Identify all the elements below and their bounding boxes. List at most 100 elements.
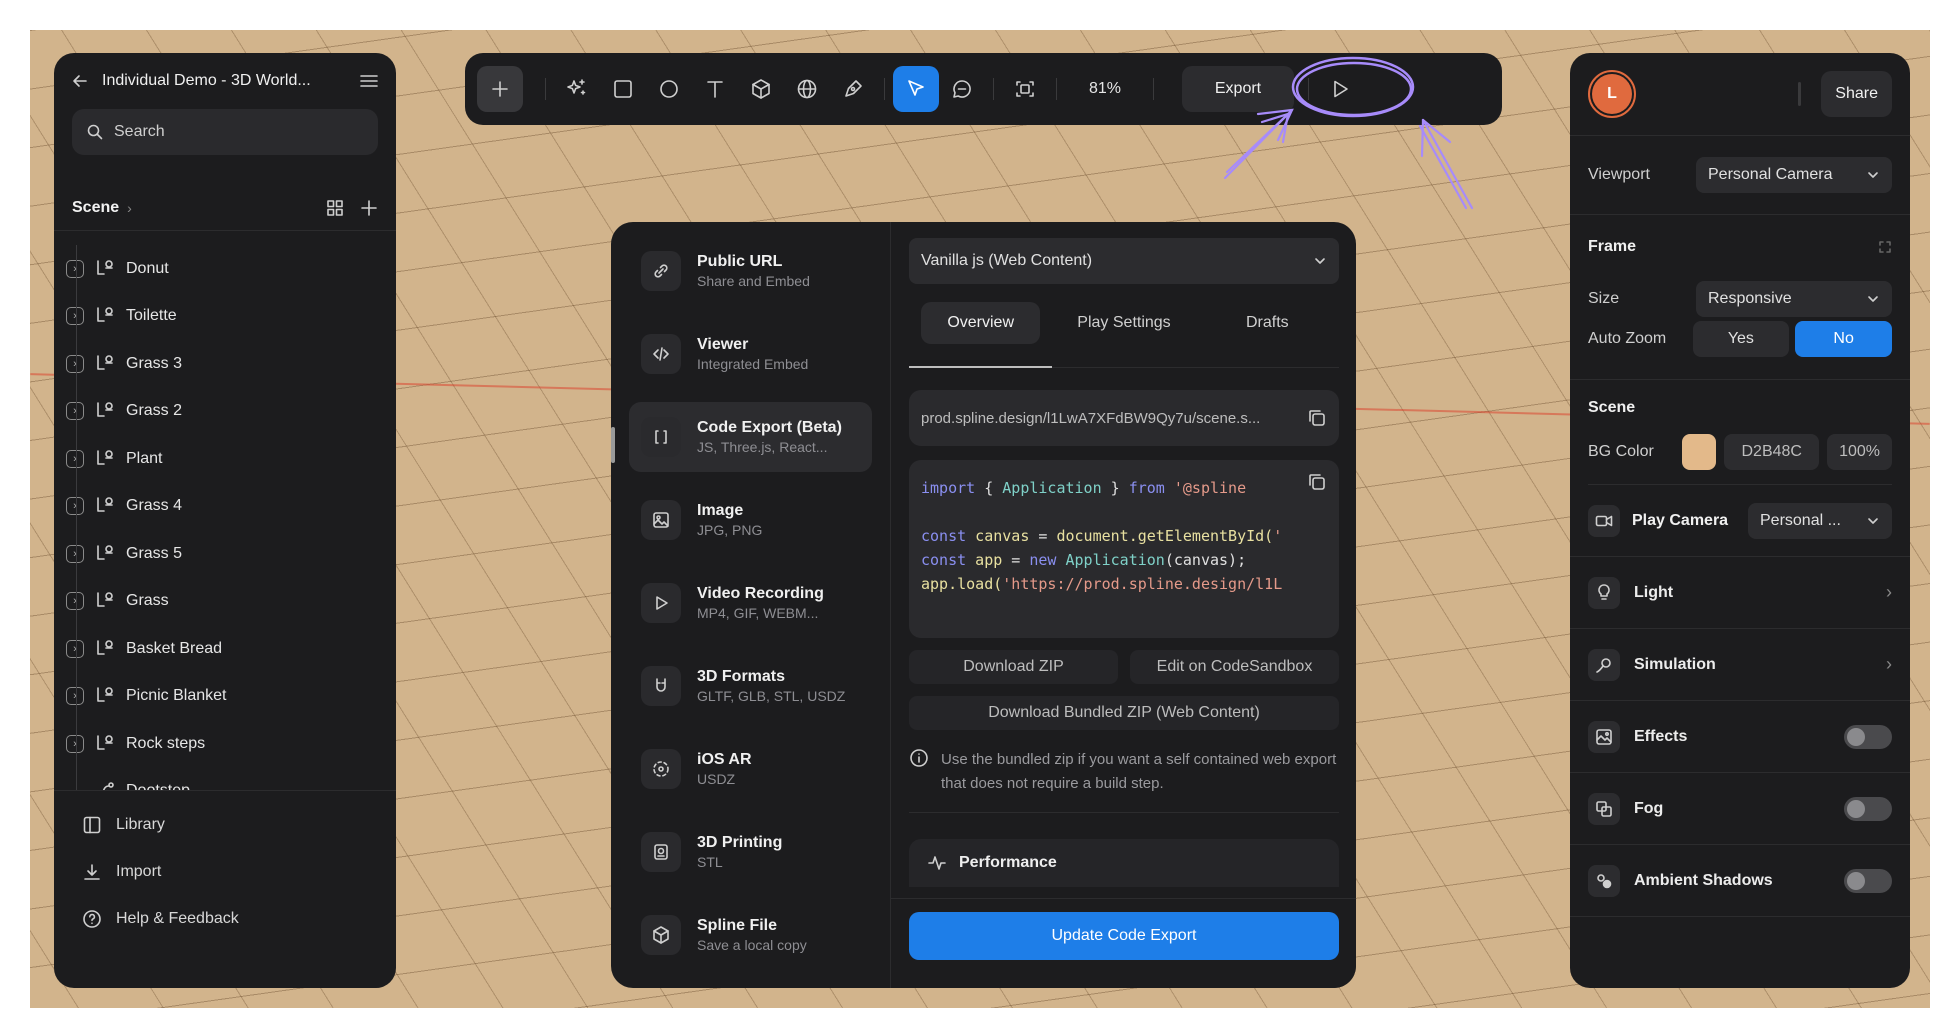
code-line-1: import { Application } from '@spline — [921, 479, 1247, 497]
avatar-letter: L — [1592, 74, 1632, 114]
info-icon — [909, 748, 929, 796]
size-select[interactable]: Responsive — [1696, 281, 1892, 317]
export-option-title: Code Export (Beta) — [697, 419, 842, 436]
chevron-right-icon: › — [1886, 654, 1892, 674]
annotation-circle — [1291, 56, 1415, 118]
feature-toggle[interactable] — [1844, 796, 1892, 821]
tab-label: Play Settings — [1077, 314, 1171, 331]
feature-simulation[interactable]: Simulation › — [1570, 629, 1910, 701]
download-bundled-zip-button[interactable]: Download Bundled ZIP (Web Content) — [909, 696, 1339, 730]
export-option-title: Viewer — [697, 336, 749, 353]
feature-toggle[interactable] — [1844, 868, 1892, 893]
export-option-spline-file[interactable]: Spline File Save a local copy — [629, 900, 872, 970]
export-option-title: Public URL — [697, 253, 783, 270]
code-snippet[interactable]: import { Application } from '@spline con… — [909, 460, 1339, 638]
feature-toggle[interactable] — [1844, 724, 1892, 749]
feature-fog[interactable]: Fog — [1570, 773, 1910, 845]
image-icon — [641, 500, 681, 540]
export-option-subtitle: USDZ — [697, 771, 736, 787]
bgcolor-label: BG Color — [1588, 443, 1654, 460]
edit-codesandbox-button[interactable]: Edit on CodeSandbox — [1130, 650, 1339, 684]
export-option-image[interactable]: Image JPG, PNG — [629, 485, 872, 555]
feature-list: Light › Simulation › Effects Fog Ambient Shado… — [1570, 557, 1910, 917]
tab-drafts[interactable]: Drafts — [1196, 302, 1339, 367]
export-option-viewer[interactable]: Viewer Integrated Embed — [629, 319, 872, 389]
export-option-3d-formats[interactable]: 3D Formats GLTF, GLB, STL, USDZ — [629, 651, 872, 721]
chevron-down-icon — [1866, 292, 1880, 306]
share-button[interactable]: Share — [1821, 71, 1892, 117]
tab-play-settings[interactable]: Play Settings — [1052, 302, 1195, 367]
divider — [1798, 82, 1802, 106]
code-line-4: app.load('https://prod.spline.design/l1L — [921, 575, 1283, 593]
update-code-export-button[interactable]: Update Code Export — [909, 912, 1339, 960]
scroll-indicator[interactable] — [611, 427, 615, 463]
export-option-subtitle: Save a local copy — [697, 937, 807, 953]
copy-icon[interactable] — [1307, 408, 1327, 428]
export-option-subtitle: JS, Three.js, React... — [697, 439, 828, 455]
framework-select[interactable]: Vanilla js (Web Content) — [909, 238, 1339, 284]
bgcolor-swatch[interactable] — [1681, 434, 1717, 470]
play-camera-select[interactable]: Personal ... — [1748, 502, 1892, 539]
export-option-subtitle: STL — [697, 854, 723, 870]
viewport-select[interactable]: Personal Camera — [1696, 157, 1892, 193]
copy-code-icon[interactable] — [1307, 472, 1327, 492]
cube-icon — [641, 915, 681, 955]
effects-icon — [1588, 720, 1620, 753]
feature-label: Fog — [1634, 799, 1664, 817]
export-option-subtitle: Share and Embed — [697, 273, 810, 289]
pulse-icon — [927, 853, 947, 873]
performance-label: Performance — [959, 854, 1057, 871]
avatar[interactable]: L — [1588, 70, 1636, 118]
play-icon — [641, 583, 681, 623]
feature-ambient-shadows[interactable]: Ambient Shadows — [1570, 845, 1910, 917]
feature-label: Simulation — [1634, 655, 1716, 673]
size-value: Responsive — [1708, 290, 1792, 307]
info-note: Use the bundled zip if you want a self c… — [909, 748, 1339, 813]
tab-label: Overview — [921, 302, 1040, 344]
properties-panel: L Share Viewport Personal Camera Frame S… — [1570, 53, 1910, 988]
tab-overview[interactable]: Overview — [909, 302, 1053, 368]
annotation-arrows — [1223, 108, 1474, 210]
viewport-value: Personal Camera — [1708, 166, 1833, 183]
chevron-down-icon — [1866, 168, 1880, 182]
bgcolor-hex-input[interactable]: D2B48C — [1724, 434, 1820, 470]
export-option-public-url[interactable]: Public URL Share and Embed — [629, 236, 872, 306]
export-tabs: Overview Play Settings Drafts — [909, 302, 1339, 368]
chevron-down-icon — [1313, 254, 1327, 268]
simulation-icon — [1588, 648, 1620, 681]
url-field[interactable]: prod.spline.design/l1LwA7XFdBW9Qy7u/scen… — [909, 390, 1339, 446]
feature-label: Light — [1634, 583, 1674, 601]
play-camera-label: Play Camera — [1632, 511, 1729, 529]
canvas-viewport[interactable]: Individual Demo - 3D World... Scene › ›D… — [30, 30, 1930, 1008]
export-option-title: 3D Formats — [697, 668, 786, 685]
export-option-title: iOS AR — [697, 751, 752, 768]
download-zip-button[interactable]: Download ZIP — [909, 650, 1118, 684]
export-option-code-export-beta[interactable]: Code Export (Beta) JS, Three.js, React... — [629, 402, 872, 472]
export-option-ios-ar[interactable]: iOS AR USDZ — [629, 734, 872, 804]
autozoom-no[interactable]: No — [1795, 321, 1892, 357]
export-option-title: 3D Printing — [697, 834, 783, 851]
autozoom-label: Auto Zoom — [1588, 330, 1667, 347]
export-option-subtitle: MP4, GIF, WEBM... — [697, 605, 819, 621]
export-option-subtitle: JPG, PNG — [697, 522, 763, 538]
expand-icon[interactable] — [1878, 240, 1892, 254]
chevron-right-icon: › — [1886, 582, 1892, 602]
export-option-video-recording[interactable]: Video Recording MP4, GIF, WEBM... — [629, 568, 872, 638]
viewport-label: Viewport — [1588, 166, 1650, 183]
feature-light[interactable]: Light › — [1570, 557, 1910, 629]
export-option-title: Spline File — [697, 917, 778, 934]
camera-icon — [1588, 504, 1620, 537]
feature-effects[interactable]: Effects — [1570, 701, 1910, 773]
tab-underline — [909, 366, 1053, 368]
autozoom-yes[interactable]: Yes — [1692, 321, 1790, 357]
performance-section[interactable]: Performance — [909, 839, 1339, 887]
export-dialog: Public URL Share and Embed Viewer Integrate… — [611, 222, 1356, 988]
code-line-2: const canvas = document.getElementById(' — [921, 527, 1283, 545]
bgcolor-opacity-input[interactable]: 100% — [1827, 434, 1892, 470]
light-icon — [1588, 576, 1620, 609]
code-line-3: const app = new Application(canvas); — [921, 551, 1247, 569]
chevron-down-icon — [1866, 514, 1880, 528]
ambient-shadows-icon — [1588, 864, 1620, 897]
code-icon — [641, 334, 681, 374]
export-option-3d-printing[interactable]: 3D Printing STL — [629, 817, 872, 887]
